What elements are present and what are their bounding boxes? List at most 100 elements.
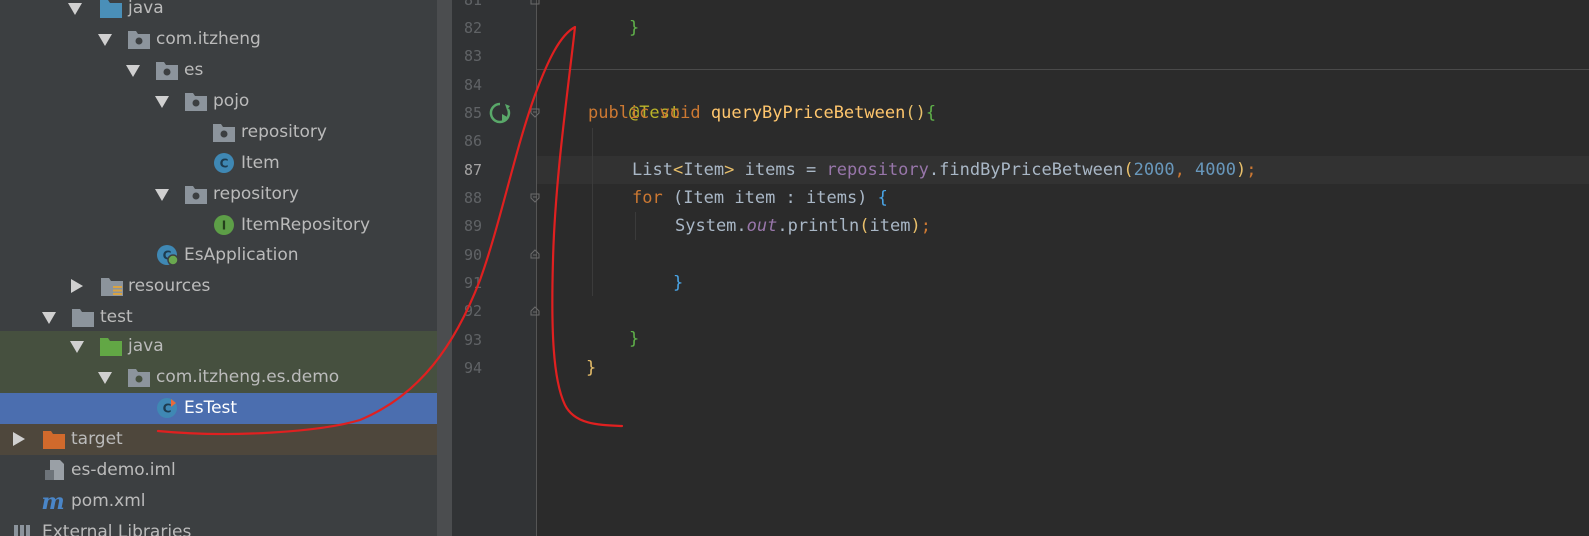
tree-item-es-demo-iml[interactable]: es-demo.iml	[0, 455, 452, 486]
expand-arrow-icon[interactable]	[155, 189, 169, 201]
expand-arrow-icon[interactable]	[70, 341, 84, 353]
tree-item-label: External Libraries	[42, 522, 192, 536]
token-keyword: public	[588, 103, 650, 123]
line-number: 92	[463, 302, 482, 320]
token-angle: <	[672, 160, 684, 180]
tree-item-label: repository	[241, 122, 327, 142]
line-number: 88	[463, 189, 482, 207]
tree-item-es[interactable]: es	[0, 55, 452, 86]
fold-end-icon[interactable]	[530, 306, 540, 316]
code-line-92[interactable]: }	[588, 297, 639, 349]
tree-item-repository-pojo[interactable]: repository	[0, 117, 452, 148]
token-number: 2000	[1133, 160, 1175, 180]
code-line-84[interactable]: @Test	[588, 71, 680, 123]
package-icon	[128, 369, 150, 387]
token-brace: {	[925, 103, 937, 123]
package-icon	[185, 186, 207, 204]
code-line-90[interactable]: }	[632, 241, 683, 293]
tree-item-resources[interactable]: resources	[0, 271, 452, 302]
fold-start-icon[interactable]	[530, 108, 540, 118]
test-folder-icon	[100, 338, 122, 356]
token-paren: )	[910, 216, 921, 236]
expand-arrow-icon[interactable]	[98, 372, 112, 384]
token-paren: (	[905, 103, 916, 123]
token-brace: }	[585, 358, 597, 378]
fold-end-icon[interactable]	[530, 249, 540, 259]
tree-item-itemrepository[interactable]: I ItemRepository	[0, 210, 452, 241]
code-line-88[interactable]: for (Item item : items) {	[632, 184, 888, 212]
token-method-name: queryByPriceBetween	[710, 103, 906, 123]
code-line-89[interactable]: System.out.println(item);	[675, 212, 931, 240]
token-paren: (	[1123, 160, 1134, 180]
token-semicolon: ;	[920, 216, 931, 236]
expand-arrow-icon[interactable]	[155, 96, 169, 108]
code-line-81[interactable]: }	[588, 0, 639, 38]
expand-arrow-icon[interactable]	[42, 312, 56, 324]
line-number: 83	[463, 47, 482, 65]
method-separator	[537, 69, 1589, 70]
token-paren: )	[915, 103, 926, 123]
libraries-icon	[14, 525, 30, 536]
project-tree: java com.itzheng es pojo repository C It…	[0, 0, 452, 536]
token-keyword: void	[659, 103, 701, 123]
tree-item-external-libraries[interactable]: External Libraries	[0, 517, 452, 536]
package-icon	[213, 124, 235, 142]
tree-item-com-itzheng-es-demo[interactable]: com.itzheng.es.demo	[0, 362, 452, 393]
expand-arrow-icon[interactable]	[126, 65, 140, 77]
token-static-field: out	[746, 216, 778, 236]
token-brace: }	[672, 273, 684, 293]
tree-item-test[interactable]: test	[0, 302, 452, 333]
collapse-arrow-icon[interactable]	[13, 432, 25, 446]
run-test-icon[interactable]	[488, 101, 512, 125]
spring-boot-class-icon: C	[157, 245, 179, 266]
tree-item-label: es	[184, 60, 204, 80]
tree-item-java-test[interactable]: java	[0, 331, 452, 362]
tree-item-label: es-demo.iml	[71, 460, 176, 480]
tree-item-label: ItemRepository	[241, 215, 371, 235]
tree-item-esapplication[interactable]: C EsApplication	[0, 240, 452, 271]
line-number: 91	[463, 274, 482, 292]
tree-item-com-itzheng[interactable]: com.itzheng	[0, 24, 452, 55]
tree-item-target[interactable]: target	[0, 424, 452, 455]
token-field: repository	[826, 160, 929, 180]
tree-item-label: com.itzheng.es.demo	[156, 367, 340, 387]
tree-item-java-main[interactable]: java	[0, 0, 452, 24]
code-editor[interactable]	[537, 0, 1589, 536]
resources-folder-icon	[101, 278, 123, 296]
tree-item-label: java	[128, 336, 164, 356]
tree-item-label: EsTest	[184, 398, 238, 418]
line-number: 93	[463, 331, 482, 349]
maven-icon: m	[41, 490, 64, 512]
fold-start-icon[interactable]	[530, 193, 540, 203]
tree-scrollbar[interactable]	[437, 0, 452, 536]
tree-item-label: Item	[241, 153, 280, 173]
tree-item-label: target	[71, 429, 123, 449]
tree-item-pom-xml[interactable]: m pom.xml	[0, 486, 452, 517]
token-paren: (	[859, 216, 870, 236]
token-brace: }	[628, 18, 640, 38]
interface-icon: I	[214, 215, 234, 235]
token-number: 4000	[1195, 160, 1236, 180]
collapse-arrow-icon[interactable]	[71, 279, 83, 293]
tree-item-estest[interactable]: C EsTest	[0, 393, 452, 424]
line-number: 84	[463, 76, 482, 94]
code-line-93[interactable]: }	[545, 326, 596, 378]
tree-item-label: pom.xml	[71, 491, 146, 511]
tree-item-label: test	[100, 307, 133, 327]
tree-item-pojo[interactable]: pojo	[0, 86, 452, 117]
line-number: 90	[463, 246, 482, 264]
expand-arrow-icon[interactable]	[98, 34, 112, 46]
code-line-85[interactable]: public void queryByPriceBetween(){	[588, 99, 936, 127]
tree-item-label: pojo	[213, 91, 250, 111]
token-comma: ,	[1174, 160, 1196, 180]
code-line-87[interactable]: List<Item> items = repository.findByPric…	[632, 156, 1257, 184]
ide-window: java com.itzheng es pojo repository C It…	[0, 0, 1589, 536]
tree-item-repository[interactable]: repository	[0, 179, 452, 210]
tree-item-label: repository	[213, 184, 299, 204]
tree-item-item-class[interactable]: C Item	[0, 148, 452, 179]
token-plain: items =	[734, 160, 827, 180]
expand-arrow-icon[interactable]	[68, 3, 82, 15]
fold-end-icon[interactable]	[530, 0, 540, 6]
folder-icon	[72, 309, 94, 327]
svg-text:C: C	[163, 402, 172, 416]
